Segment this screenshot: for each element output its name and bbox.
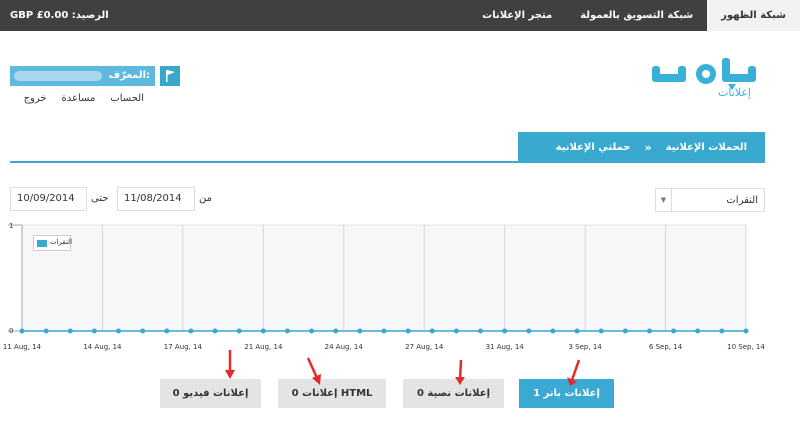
- data-point: [743, 328, 749, 334]
- data-point: [260, 328, 266, 334]
- data-point: [43, 328, 49, 334]
- flag-icon[interactable]: [160, 66, 180, 86]
- data-point: [309, 328, 315, 334]
- identifier-value-redacted: [14, 71, 102, 81]
- data-point: [502, 328, 508, 334]
- red-arrow-icon: [306, 357, 321, 385]
- data-point: [429, 328, 435, 334]
- logout-link[interactable]: خروج: [24, 93, 47, 104]
- data-point: [574, 328, 580, 334]
- data-point: [381, 328, 387, 334]
- data-point: [140, 328, 146, 334]
- metric-select-value: النقرات: [726, 195, 758, 206]
- topnav-ads-store[interactable]: متجر الإعلانات: [468, 0, 566, 31]
- data-point: [405, 328, 411, 334]
- from-date-input[interactable]: 11/08/2014: [117, 187, 195, 211]
- y-tick-0: 0: [9, 327, 14, 335]
- data-point: [284, 328, 290, 334]
- logo-subtitle: إعلانات: [718, 86, 751, 99]
- data-point: [357, 328, 363, 334]
- balance-text: GBP £0.00 :الرصيد: [10, 10, 109, 21]
- x-tick-label: 11 Aug, 14: [2, 343, 42, 351]
- tab-video-ads[interactable]: 0 إعلانات فيديو: [160, 379, 261, 408]
- data-point: [526, 328, 532, 334]
- x-tick-label: 6 Sep, 14: [648, 343, 683, 351]
- x-tick-label: 21 Aug, 14: [244, 343, 283, 351]
- data-point: [116, 328, 122, 334]
- data-point: [622, 328, 628, 334]
- breadcrumb-separator: »: [644, 141, 652, 154]
- to-date-input[interactable]: 10/09/2014: [10, 187, 87, 211]
- help-link[interactable]: مساعدة: [62, 93, 96, 104]
- chevron-down-icon[interactable]: ▼: [656, 189, 672, 211]
- top-bar: GBP £0.00 :الرصيد شبكة الظهور شبكة التسو…: [0, 0, 800, 31]
- data-point: [550, 328, 556, 334]
- data-point: [719, 328, 725, 334]
- topnav-display-network[interactable]: شبكة الظهور: [707, 0, 800, 31]
- y-tick-1: 1: [9, 222, 14, 230]
- red-arrow-icon: [225, 350, 235, 379]
- data-point: [695, 328, 701, 334]
- data-point: [671, 328, 677, 334]
- data-point: [453, 328, 459, 334]
- clicks-chart: [8, 224, 749, 334]
- data-point: [236, 328, 242, 334]
- x-tick-label: 14 Aug, 14: [83, 343, 122, 351]
- chart-legend: النقرات: [33, 235, 73, 251]
- identifier-bar: المعرّف:: [10, 66, 155, 86]
- red-arrow-icon: [455, 359, 465, 385]
- account-link[interactable]: الحساب: [110, 93, 144, 104]
- data-point: [478, 328, 484, 334]
- user-links: الحساب مساعدة خروج: [24, 93, 144, 104]
- red-arrow-icon: [567, 359, 581, 386]
- tab-html-ads[interactable]: 0 إعلانات HTML: [278, 379, 386, 408]
- identifier-label: المعرّف:: [108, 70, 150, 81]
- breadcrumb-root[interactable]: الحملات الإعلانية: [666, 142, 747, 153]
- to-label: حتى: [91, 193, 109, 204]
- plot-area: [21, 224, 747, 332]
- top-nav: شبكة الظهور شبكة التسويق بالعمولة متجر ا…: [468, 0, 800, 31]
- data-point: [188, 328, 194, 334]
- data-point: [67, 328, 73, 334]
- breadcrumb-current: حملتي الإعلانية: [555, 142, 631, 153]
- data-point: [646, 328, 652, 334]
- topnav-affiliate-network[interactable]: شبكة التسويق بالعمولة: [566, 0, 707, 31]
- metric-select[interactable]: ▼ النقرات: [655, 188, 765, 212]
- data-point: [164, 328, 170, 334]
- data-point: [91, 328, 97, 334]
- x-tick-label: 17 Aug, 14: [163, 343, 202, 351]
- data-point: [333, 328, 339, 334]
- x-tick-label: 10 Sep, 14: [727, 343, 765, 351]
- legend-swatch: [37, 240, 47, 247]
- x-tick-label: 27 Aug, 14: [405, 343, 444, 351]
- legend-label: النقرات: [50, 238, 73, 246]
- x-tick-label: 3 Sep, 14: [568, 343, 602, 351]
- data-point: [598, 328, 604, 334]
- data-point: [19, 328, 25, 334]
- x-tick-label: 24 Aug, 14: [324, 343, 363, 351]
- data-point: [212, 328, 218, 334]
- from-label: من: [199, 193, 212, 204]
- x-tick-label: 31 Aug, 14: [485, 343, 524, 351]
- breadcrumb: الحملات الإعلانية » حملتي الإعلانية: [518, 132, 765, 163]
